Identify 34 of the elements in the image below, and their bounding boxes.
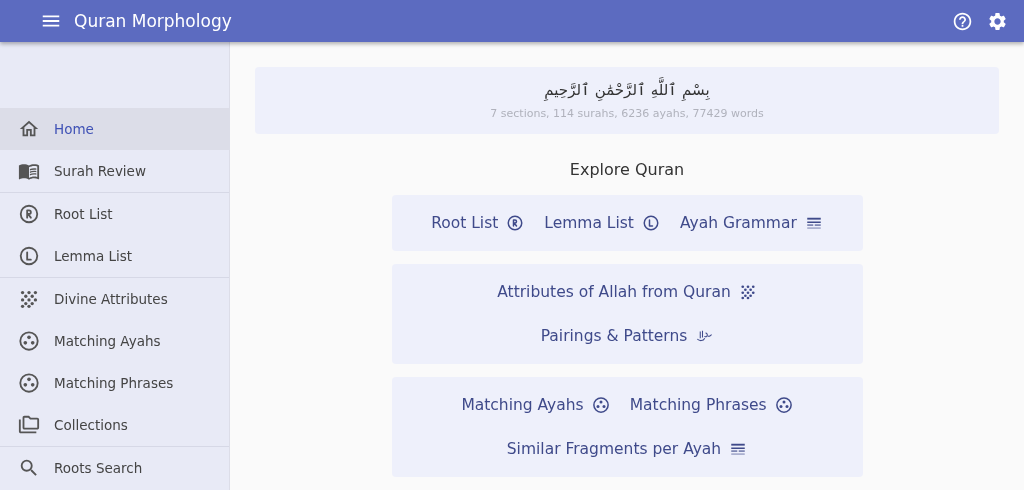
help-button[interactable] (952, 10, 973, 32)
dots-icon (18, 288, 40, 310)
circle-dots-icon (18, 372, 40, 394)
folder-icon (18, 414, 40, 436)
nav-link[interactable]: Pairings & Patterns (540, 327, 714, 345)
sidebar-item[interactable]: Divine Attributes (0, 278, 229, 320)
nav-link[interactable]: Similar Fragments per Ayah (506, 440, 748, 458)
nav-link[interactable]: Ayah Grammar (679, 214, 823, 232)
sidebar-item[interactable]: Roots Search (0, 447, 229, 489)
nav-link[interactable]: Lemma List (544, 214, 660, 232)
dots-icon (738, 283, 757, 301)
sidebar-item[interactable]: Collections (0, 404, 229, 446)
sidebar-item[interactable]: Home (0, 108, 229, 150)
stats-text: 7 sections, 114 surahs, 6236 ayahs, 77429 words (490, 107, 764, 120)
sidebar-item[interactable]: Matching Phrases (0, 362, 229, 404)
nav-link[interactable]: Root List (431, 214, 525, 232)
circle-dots-icon (774, 396, 793, 414)
circled-r-icon (18, 203, 40, 225)
nav-link[interactable]: Matching Phrases (629, 396, 793, 414)
circle-dots-icon (18, 330, 40, 352)
sidebar-item[interactable]: Root List (0, 193, 229, 235)
circled-r-icon (506, 214, 525, 232)
app-title: Quran Morphology (74, 11, 233, 31)
circle-dots-icon (591, 396, 610, 414)
circled-l-icon (18, 245, 40, 267)
sidebar-item[interactable]: Matching Ayahs (0, 320, 229, 362)
nav-link[interactable]: Attributes of Allah from Quran (497, 283, 757, 301)
sidebar-item[interactable]: Surah Review (0, 150, 229, 192)
search-icon (18, 457, 40, 479)
settings-button[interactable] (987, 10, 1008, 32)
circled-l-icon (641, 214, 660, 232)
section-title: Explore Quran (569, 160, 685, 179)
nav-link[interactable]: Matching Ayahs (461, 396, 610, 414)
sidebar-item[interactable]: Lemma List (0, 235, 229, 277)
